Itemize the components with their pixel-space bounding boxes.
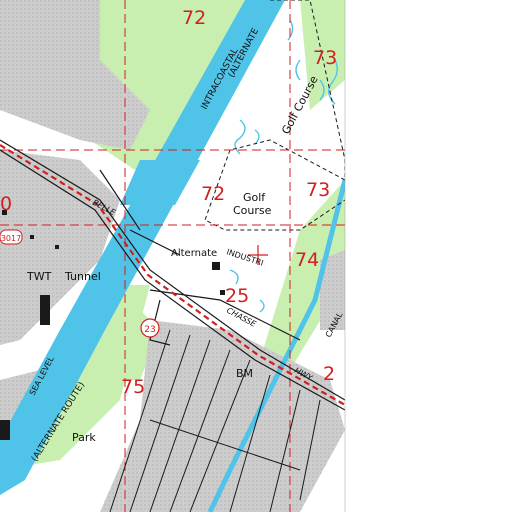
label-bm: BM	[236, 367, 253, 380]
label-twt: TWT	[26, 270, 52, 283]
map-margin	[345, 0, 512, 512]
label-golf-course-mid-1: Golf	[243, 191, 266, 204]
topographic-map[interactable]: 23 3017 72 73 72 73 74 25 75 2 0 INTRACO…	[0, 0, 512, 512]
svg-text:25: 25	[225, 285, 249, 307]
route-3017-shield: 3017	[0, 229, 23, 245]
svg-text:72: 72	[201, 183, 225, 205]
label-golf-course-mid-2: Course	[233, 204, 272, 217]
svg-text:72: 72	[182, 7, 206, 29]
svg-text:74: 74	[295, 249, 319, 271]
label-alternate-school: Alternate	[171, 248, 217, 259]
label-park: Park	[72, 431, 96, 444]
svg-text:73: 73	[313, 47, 337, 69]
svg-text:75: 75	[121, 376, 145, 398]
svg-text:2: 2	[323, 363, 335, 385]
label-tunnel: Tunnel	[64, 270, 101, 283]
svg-text:73: 73	[306, 179, 330, 201]
route-23-shield: 23	[140, 318, 160, 338]
svg-text:23: 23	[144, 325, 155, 335]
svg-text:0: 0	[0, 193, 12, 215]
svg-text:3017: 3017	[1, 234, 21, 243]
